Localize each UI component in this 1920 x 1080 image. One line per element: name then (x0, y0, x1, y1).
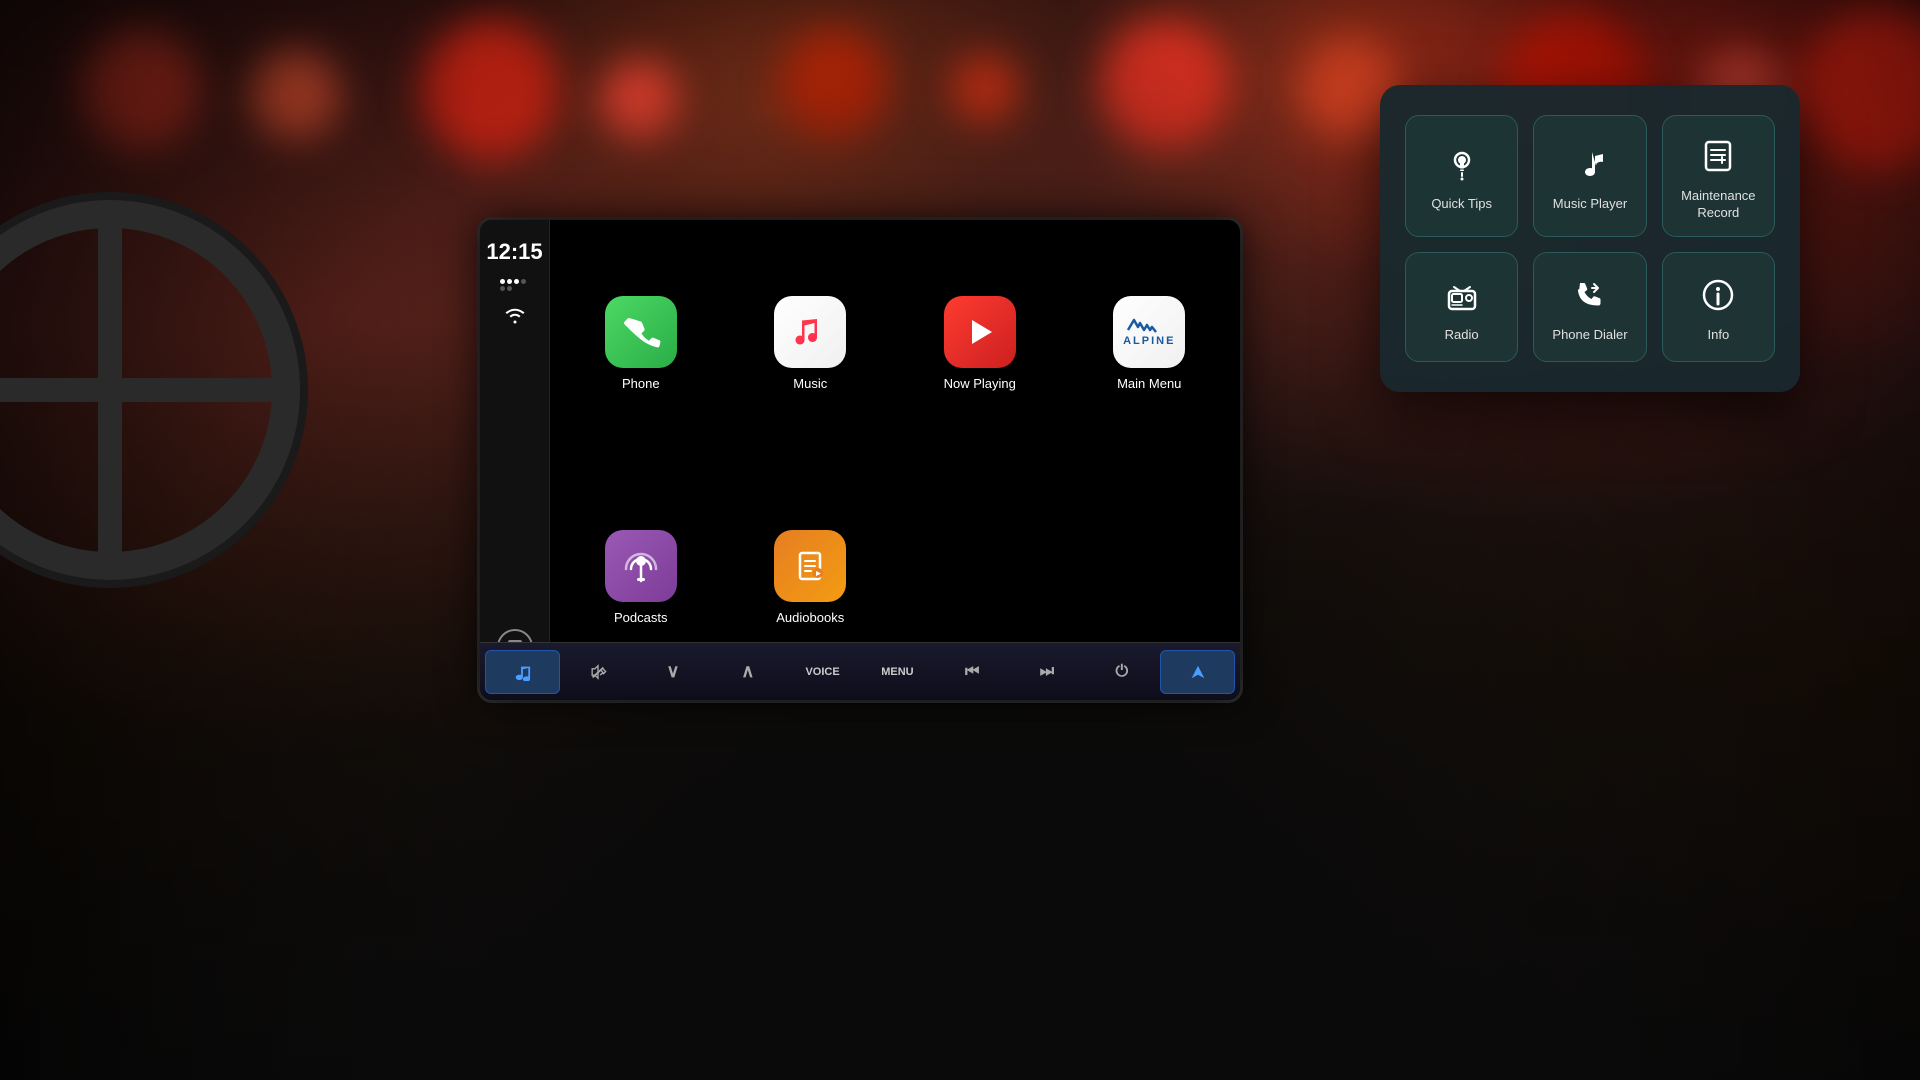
bokeh-1 (80, 30, 200, 150)
info-label: Info (1707, 327, 1729, 344)
time-display: 12:15 (486, 240, 542, 264)
app-phone[interactable]: Phone (560, 230, 722, 456)
quick-tips-label: Quick Tips (1431, 196, 1492, 213)
bokeh-5 (780, 30, 890, 140)
dot-4 (521, 279, 526, 284)
bokeh-6 (950, 55, 1020, 125)
popup-music-player[interactable]: Music Player (1533, 115, 1646, 237)
app-now-playing[interactable]: Now Playing (899, 230, 1061, 456)
bokeh-4 (600, 60, 680, 140)
main-menu-icon: ALPINE (1113, 296, 1185, 368)
phone-icon (605, 296, 677, 368)
scroll-down-button[interactable]: ∨ (637, 650, 710, 694)
menu-button[interactable]: MENU (861, 650, 934, 694)
popup-radio[interactable]: Radio (1405, 252, 1518, 362)
app-main-menu[interactable]: ALPINE Main Menu (1069, 230, 1231, 456)
mute-button[interactable] (562, 650, 635, 694)
voice-button[interactable]: VOICE (786, 650, 859, 694)
wifi-icon (504, 306, 526, 329)
podcasts-label: Podcasts (614, 610, 667, 625)
info-icon (1696, 273, 1740, 317)
popup-grid: Quick Tips Music Player (1405, 115, 1775, 362)
music-ctrl-button[interactable] (485, 650, 560, 694)
phone-dialer-icon (1568, 273, 1612, 317)
music-player-icon (1568, 142, 1612, 186)
music-label: Music (793, 376, 827, 391)
music-icon (774, 296, 846, 368)
quick-tips-icon (1440, 142, 1484, 186)
dot-3 (514, 279, 519, 284)
popup-info[interactable]: Info (1662, 252, 1775, 362)
bokeh-2 (250, 50, 340, 140)
bokeh-3 (420, 20, 560, 160)
music-player-label: Music Player (1553, 196, 1627, 213)
popup-quick-tips[interactable]: Quick Tips (1405, 115, 1518, 237)
signal-dots (500, 279, 530, 291)
infotainment-screen: 12:15 (480, 220, 1240, 700)
dot-1 (500, 279, 505, 284)
app-music[interactable]: Music (730, 230, 892, 456)
screen-sidebar: 12:15 (480, 220, 550, 700)
dot-2 (507, 279, 512, 284)
dot-6 (507, 286, 512, 291)
phone-dialer-label: Phone Dialer (1552, 327, 1627, 344)
maintenance-record-icon (1696, 134, 1740, 178)
phone-label: Phone (622, 376, 660, 391)
maintenance-record-label: Maintenance Record (1673, 188, 1764, 222)
popup-maintenance-record[interactable]: Maintenance Record (1662, 115, 1775, 237)
control-bar: ∨ ∧ VOICE MENU ⏮ ⏭ ⏻ (480, 642, 1240, 700)
dot-5 (500, 286, 505, 291)
next-button[interactable]: ⏭ (1011, 650, 1084, 694)
popup-menu: Quick Tips Music Player (1380, 85, 1800, 392)
nav-button[interactable] (1160, 650, 1235, 694)
main-menu-label: Main Menu (1117, 376, 1181, 391)
scroll-up-button[interactable]: ∧ (711, 650, 784, 694)
app-grid: Phone Music (550, 220, 1240, 700)
audiobooks-icon (774, 530, 846, 602)
podcasts-icon (605, 530, 677, 602)
power-button[interactable]: ⏻ (1085, 650, 1158, 694)
radio-label: Radio (1445, 327, 1479, 344)
now-playing-icon (944, 296, 1016, 368)
prev-button[interactable]: ⏮ (936, 650, 1009, 694)
popup-phone-dialer[interactable]: Phone Dialer (1533, 252, 1646, 362)
audiobooks-label: Audiobooks (776, 610, 844, 625)
now-playing-label: Now Playing (944, 376, 1016, 391)
radio-icon (1440, 273, 1484, 317)
bokeh-7 (1100, 20, 1230, 150)
